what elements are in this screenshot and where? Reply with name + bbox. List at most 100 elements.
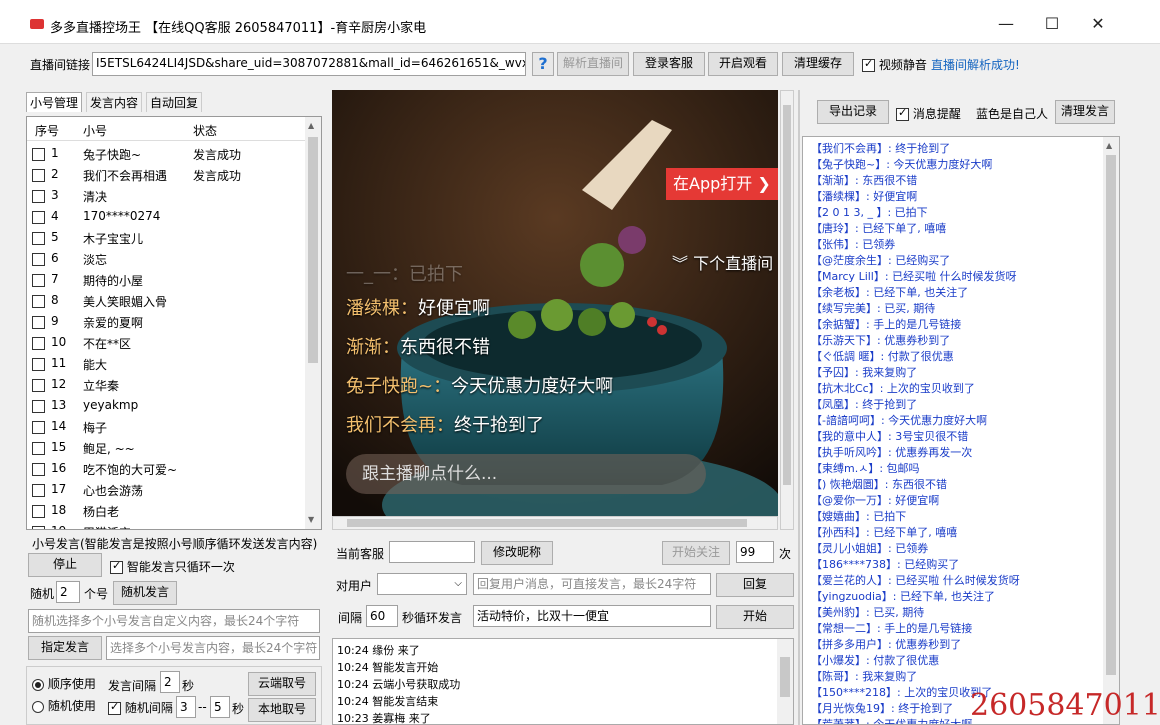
- mute-checkbox[interactable]: 视频静音: [862, 56, 927, 73]
- reply-button[interactable]: 回复: [716, 573, 794, 597]
- random-from-input[interactable]: 3: [176, 696, 196, 718]
- current-cs-input[interactable]: [389, 541, 475, 563]
- table-row[interactable]: 13 yeyakmp: [27, 395, 307, 416]
- random-interval-checkbox[interactable]: 随机间隔: [108, 699, 173, 716]
- row-checkbox[interactable]: [32, 190, 45, 203]
- row-checkbox[interactable]: [32, 358, 45, 371]
- random-use-radio-icon[interactable]: [32, 700, 44, 713]
- comment-input[interactable]: 跟主播聊点什么...: [346, 454, 706, 494]
- parse-live-button[interactable]: 解析直播间: [557, 52, 629, 76]
- row-checkbox[interactable]: [32, 463, 45, 476]
- video-hscrollbar[interactable]: [332, 516, 778, 530]
- table-row[interactable]: 11 能大: [27, 353, 307, 374]
- sequential-radio[interactable]: 顺序使用: [32, 675, 96, 692]
- assign-content-input[interactable]: 选择多个小号发言内容，最长24个字符: [106, 636, 320, 660]
- scrollbar-thumb[interactable]: [308, 137, 318, 363]
- log-scrollbar[interactable]: [777, 639, 793, 724]
- table-row[interactable]: 8 美人笑眼媚入骨: [27, 290, 307, 311]
- random-interval-check-icon[interactable]: [108, 700, 121, 715]
- table-row[interactable]: 9 亲爱的夏啊: [27, 311, 307, 332]
- log-scroll-thumb[interactable]: [780, 657, 790, 697]
- hscroll-thumb[interactable]: [347, 519, 747, 527]
- row-checkbox[interactable]: [32, 421, 45, 434]
- random-count-input[interactable]: 2: [56, 581, 80, 603]
- table-row[interactable]: 2 我们不会再相遇 发言成功: [27, 164, 307, 185]
- notify-checkbox[interactable]: 消息提醒: [896, 105, 961, 122]
- row-checkbox[interactable]: [32, 526, 45, 529]
- live-link-input[interactable]: I5ETSL6424LI4JSD&share_uid=3087072881&ma…: [92, 52, 526, 76]
- assign-speak-button[interactable]: 指定发言: [28, 636, 102, 660]
- table-row[interactable]: 7 期待的小屋: [27, 269, 307, 290]
- random-content-input[interactable]: 随机选择多个小号发言自定义内容，最长24个字符: [28, 609, 320, 633]
- local-fetch-button[interactable]: 本地取号: [248, 698, 316, 722]
- tab-accounts[interactable]: 小号管理: [26, 92, 83, 112]
- clear-speech-button[interactable]: 清理发言: [1055, 100, 1115, 124]
- row-checkbox[interactable]: [32, 169, 45, 182]
- start-follow-button[interactable]: 开始关注: [662, 541, 730, 565]
- cloud-fetch-button[interactable]: 云端取号: [248, 672, 316, 696]
- tab-speech-content[interactable]: 发言内容: [86, 92, 143, 112]
- open-in-app-button[interactable]: 在App打开 ❯: [666, 168, 778, 200]
- accounts-scrollbar[interactable]: ▲ ▼: [305, 117, 321, 529]
- table-row[interactable]: 15 鲍足, ~~: [27, 437, 307, 458]
- row-checkbox[interactable]: [32, 295, 45, 308]
- follow-count-input[interactable]: 99: [736, 541, 774, 563]
- row-checkbox[interactable]: [32, 274, 45, 287]
- table-row[interactable]: 12 立华秦: [27, 374, 307, 395]
- login-service-button[interactable]: 登录客服: [633, 52, 705, 76]
- start-loop-button[interactable]: 开始: [716, 605, 794, 629]
- target-user-select[interactable]: ⌵: [377, 573, 467, 595]
- row-checkbox[interactable]: [32, 442, 45, 455]
- vscroll-thumb[interactable]: [783, 105, 791, 485]
- live-video[interactable]: 在App打开 ❯ ︾ 下个直播间 一_一：已拍下 潘续棵：好便宜啊 渐渐：东西很…: [332, 90, 778, 516]
- stop-button[interactable]: 停止: [28, 553, 102, 577]
- table-row[interactable]: 19 甲猫活宝: [27, 521, 307, 529]
- video-vscrollbar[interactable]: [780, 90, 794, 530]
- interval-input[interactable]: 2: [160, 671, 180, 693]
- table-row[interactable]: 1 兔子快跑~ 发言成功: [27, 143, 307, 164]
- table-row[interactable]: 6 淡忘: [27, 248, 307, 269]
- mute-check-icon[interactable]: [862, 57, 875, 72]
- chat-scroll-thumb[interactable]: [1106, 155, 1116, 675]
- table-row[interactable]: 17 心也会游荡: [27, 479, 307, 500]
- row-checkbox[interactable]: [32, 337, 45, 350]
- smart-once-check-icon[interactable]: [110, 559, 123, 574]
- random-speak-button[interactable]: 随机发言: [113, 581, 177, 605]
- clear-cache-button[interactable]: 清理缓存: [782, 52, 854, 76]
- loop-interval-input[interactable]: 60: [366, 605, 398, 627]
- table-row[interactable]: 10 不在**区: [27, 332, 307, 353]
- row-checkbox[interactable]: [32, 484, 45, 497]
- row-checkbox[interactable]: [32, 400, 45, 413]
- table-row[interactable]: 5 木子宝宝儿: [27, 227, 307, 248]
- row-checkbox[interactable]: [32, 148, 45, 161]
- maximize-icon[interactable]: ☐: [1042, 14, 1062, 34]
- export-log-button[interactable]: 导出记录: [817, 100, 889, 124]
- random-to-input[interactable]: 5: [210, 696, 230, 718]
- sequential-radio-icon[interactable]: [32, 678, 44, 691]
- random-use-radio[interactable]: 随机使用: [32, 697, 96, 714]
- next-live-button[interactable]: ︾ 下个直播间: [672, 250, 773, 274]
- chat-scrollbar[interactable]: ▲: [1103, 137, 1119, 724]
- table-row[interactable]: 4 170****0274: [27, 206, 307, 227]
- close-icon[interactable]: ✕: [1088, 14, 1108, 34]
- rename-button[interactable]: 修改昵称: [481, 541, 553, 565]
- row-checkbox[interactable]: [32, 253, 45, 266]
- row-checkbox[interactable]: [32, 211, 45, 224]
- reply-input[interactable]: 回复用户消息，可直接发言，最长24字符: [473, 573, 711, 595]
- smart-once-checkbox[interactable]: 智能发言只循环一次: [110, 558, 235, 575]
- row-checkbox[interactable]: [32, 316, 45, 329]
- minimize-icon[interactable]: —: [996, 14, 1016, 34]
- row-checkbox[interactable]: [32, 505, 45, 518]
- table-row[interactable]: 16 吃不饱的大可爱~: [27, 458, 307, 479]
- table-row[interactable]: 3 清决: [27, 185, 307, 206]
- tab-auto-reply[interactable]: 自动回复: [146, 92, 203, 112]
- chat-message: 【执手听风吟】: 优惠券再发一次: [811, 446, 973, 459]
- table-row[interactable]: 14 梅子: [27, 416, 307, 437]
- row-checkbox[interactable]: [32, 379, 45, 392]
- table-row[interactable]: 18 杨白老: [27, 500, 307, 521]
- loop-text-input[interactable]: 活动特价，比双十一便宜: [473, 605, 711, 627]
- start-watch-button[interactable]: 开启观看: [708, 52, 778, 76]
- row-checkbox[interactable]: [32, 232, 45, 245]
- notify-check-icon[interactable]: [896, 106, 909, 121]
- help-icon[interactable]: ?: [532, 52, 554, 76]
